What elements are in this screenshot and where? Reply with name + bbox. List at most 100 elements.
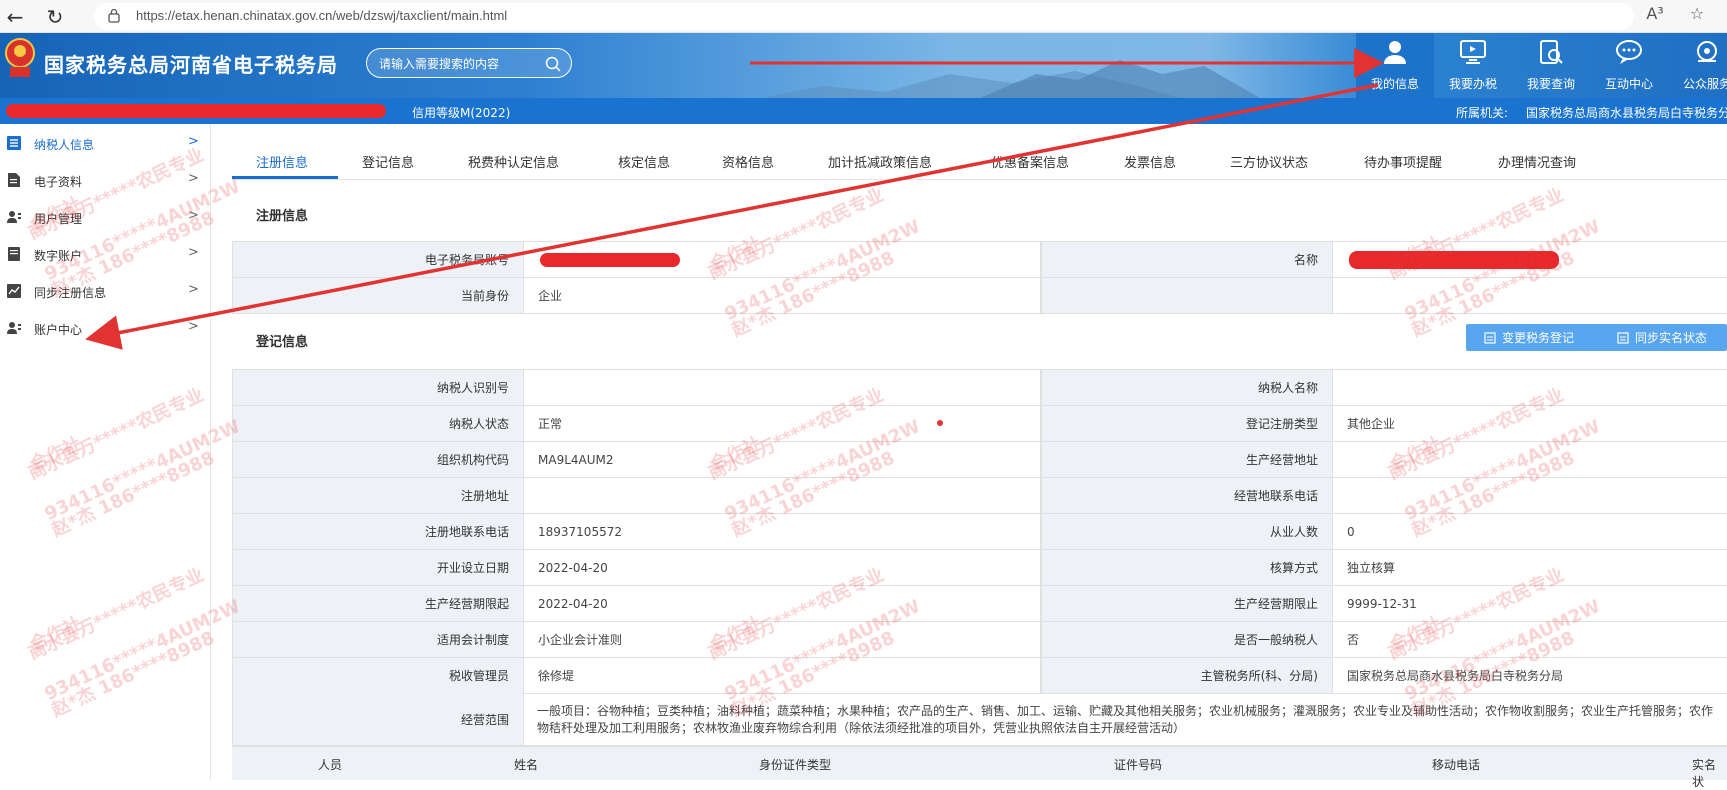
nav-interaction[interactable]: 互动中心 [1590, 33, 1668, 98]
taxpayer-info-bar: 信用等级M(2022) 所属机关: 国家税务总局商水县税务局白寺税务分 [0, 98, 1727, 124]
header-banner: 国家税务总局河南省电子税务局 我的信息 我要办税 我要查询 互动中心 公众服务 [0, 33, 1727, 98]
tab-tripartite-agreement[interactable]: 三方协议状态 [1230, 152, 1308, 171]
section-title-registration: 注册信息 [256, 209, 309, 224]
tab-preferential-filing[interactable]: 优惠备案信息 [991, 152, 1069, 171]
field-value: MA9L4AUM2 [524, 442, 1041, 477]
sidebar-item-label: 账户中心 [34, 323, 83, 337]
nav-public-service[interactable]: 公众服务 [1668, 33, 1727, 98]
sidebar-item-label: 同步注册信息 [34, 286, 107, 300]
field-label: 电子税务局账号 [232, 242, 524, 277]
table-row: 纳税人识别号 纳税人名称 [232, 370, 1727, 406]
field-value: 否 [1347, 633, 1360, 647]
edit-icon [1484, 331, 1496, 344]
table-row: 适用会计制度 小企业会计准则 是否一般纳税人否 [232, 622, 1727, 658]
field-label: 经营地联系电话 [1041, 478, 1333, 513]
tab-registration-details[interactable]: 登记信息 [362, 152, 414, 171]
sidebar-item-taxpayer-info[interactable]: 纳税人信息 > [0, 124, 210, 161]
tab-tax-identification[interactable]: 税费种认定信息 [468, 152, 559, 171]
authority-name: 国家税务总局商水县税务局白寺税务分 [1526, 106, 1727, 120]
great-wall-decoration [980, 60, 1260, 98]
tab-registration-info[interactable]: 注册信息 [256, 152, 308, 171]
monitor-icon [1460, 40, 1486, 64]
tab-assessment[interactable]: 核定信息 [618, 152, 670, 171]
sidebar-item-user-management[interactable]: 用户管理 > [0, 198, 210, 235]
chevron-right-icon: > [188, 245, 199, 260]
sidebar-item-electronic-docs[interactable]: 电子资料 > [0, 161, 210, 198]
business-scope-text: 一般项目：谷物种植；豆类种植；油料种植；蔬菜种植；水果种植；农产品的生产、销售、… [537, 704, 1714, 735]
sidebar-item-sync-registration[interactable]: 同步注册信息 > [0, 272, 210, 309]
site-title: 国家税务总局河南省电子税务局 [44, 53, 338, 77]
field-label: 税收管理员 [232, 658, 524, 693]
nav-query[interactable]: 我要查询 [1512, 33, 1590, 98]
chevron-right-icon: > [188, 282, 199, 297]
field-value [524, 242, 1041, 277]
chevron-right-icon: > [188, 319, 199, 334]
field-label [1041, 278, 1333, 313]
field-value: 其他企业 [1347, 417, 1396, 431]
field-label: 当前身份 [232, 278, 524, 313]
tab-qualification[interactable]: 资格信息 [722, 152, 774, 171]
field-label: 登记注册类型 [1041, 406, 1333, 441]
field-label: 适用会计制度 [232, 622, 524, 657]
list-icon [7, 136, 21, 150]
read-aloud-icon[interactable]: A³ [1642, 4, 1668, 23]
field-label: 生产经营期限起 [232, 586, 524, 621]
column-header: 姓名 [514, 758, 539, 772]
lock-icon [108, 8, 120, 23]
field-value: 国家税务总局商水县税务局白寺税务分局 [1347, 669, 1564, 683]
back-icon[interactable]: ← [2, 4, 28, 30]
redacted-value [540, 253, 680, 267]
field-value: 0 [1347, 524, 1355, 539]
sidebar: 纳税人信息 > 电子资料 > 用户管理 > 数字账户 > 同步注册信息 > 账户… [0, 124, 211, 780]
personnel-table-header: 人员 姓名 身份证件类型 证件号码 移动电话 实名状 [232, 746, 1727, 789]
table-row: 税收管理员 徐修堤 主管税务所(科、分局) 国家税务总局商水县税务局白寺税务分局 [232, 658, 1727, 694]
column-header: 证件号码 [1114, 758, 1163, 772]
sync-realname-button[interactable]: 同步实名状态 [1599, 324, 1727, 351]
info-tabs: 注册信息 登记信息 税费种认定信息 核定信息 资格信息 加计抵减政策信息 优惠备… [232, 140, 1727, 180]
redacted-taxpayer-name [6, 104, 386, 118]
document-search-icon [1540, 40, 1563, 64]
nav-public-service-label: 公众服务 [1682, 77, 1727, 91]
table-row: 注册地址 经营地联系电话 [232, 478, 1727, 514]
field-label: 名称 [1041, 242, 1333, 277]
nav-query-label: 我要查询 [1526, 77, 1575, 91]
tab-deduction-policy[interactable]: 加计抵减政策信息 [828, 152, 932, 171]
tab-todo-reminder[interactable]: 待办事项提醒 [1364, 152, 1442, 171]
chevron-right-icon: > [188, 171, 199, 186]
nav-interaction-label: 互动中心 [1604, 77, 1653, 91]
nav-my-info[interactable]: 我的信息 [1356, 33, 1434, 98]
field-value: 正常 [524, 406, 1041, 441]
search-input[interactable] [379, 55, 539, 73]
top-navigation: 我的信息 我要办税 我要查询 互动中心 公众服务 [1356, 33, 1727, 98]
field-value [524, 370, 1041, 405]
column-header: 人员 [318, 758, 343, 772]
nav-my-info-label: 我的信息 [1370, 77, 1419, 91]
tab-processing-query[interactable]: 办理情况查询 [1498, 152, 1576, 171]
change-registration-button[interactable]: 变更税务登记 [1466, 324, 1604, 351]
field-value: 9999-12-31 [1347, 596, 1417, 611]
sidebar-item-account-center[interactable]: 账户中心 > [0, 309, 210, 346]
table-row: 纳税人状态 正常 登记注册类型 其他企业 [232, 406, 1727, 442]
chat-icon [1616, 40, 1642, 64]
table-row: 开业设立日期 2022-04-20 核算方式 独立核算 [232, 550, 1727, 586]
field-label: 注册地联系电话 [232, 514, 524, 549]
section-title-registration-details: 登记信息 [256, 335, 309, 350]
column-header: 移动电话 [1432, 758, 1481, 772]
tab-invoice[interactable]: 发票信息 [1124, 152, 1176, 171]
chevron-right-icon: > [188, 134, 199, 149]
field-value: 小企业会计准则 [524, 622, 1041, 657]
refresh-icon[interactable]: ↻ [42, 4, 68, 30]
sidebar-item-digital-account[interactable]: 数字账户 > [0, 235, 210, 272]
nav-tax-handling[interactable]: 我要办税 [1434, 33, 1512, 98]
chevron-right-icon: > [188, 208, 199, 223]
favorite-icon[interactable]: ☆ [1684, 4, 1710, 23]
field-label: 核算方式 [1041, 550, 1333, 585]
search-box[interactable] [366, 48, 572, 78]
user-manage-icon [7, 211, 21, 223]
address-bar[interactable]: https://etax.henan.chinatax.gov.cn/web/d… [94, 3, 1634, 30]
search-icon[interactable] [545, 56, 561, 72]
field-value [1333, 370, 1727, 405]
field-label: 注册地址 [232, 478, 524, 513]
field-value [1333, 278, 1727, 313]
field-label: 从业人数 [1041, 514, 1333, 549]
